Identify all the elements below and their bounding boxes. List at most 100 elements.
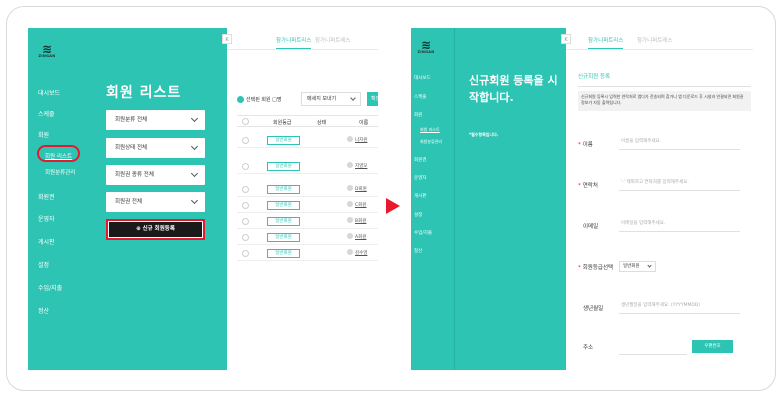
phone-input[interactable]: '-' 제외하고 연락처를 입력해주세요. bbox=[619, 177, 740, 191]
chevron-down-icon bbox=[190, 196, 199, 205]
sidebar-item-operator[interactable]: 운영자 bbox=[414, 175, 426, 181]
sidebar-item-membership[interactable]: 회원권 bbox=[38, 192, 55, 201]
sidebar-item-settlement[interactable]: 정산 bbox=[38, 306, 49, 315]
grade-badge[interactable]: 일반회원 bbox=[267, 162, 300, 171]
avatar bbox=[347, 201, 353, 207]
table-row[interactable]: 일반회원 김수영 bbox=[237, 245, 378, 261]
filter-membership-type[interactable]: 회원권 종류 전체 bbox=[106, 165, 205, 185]
grade-select[interactable]: 일반회원 bbox=[619, 261, 656, 272]
col-grade: 회원등급 bbox=[273, 120, 292, 126]
sidebar-item-member[interactable]: 회원 bbox=[38, 130, 49, 139]
chevron-down-icon bbox=[190, 169, 199, 178]
grade-badge[interactable]: 일반회원 bbox=[267, 233, 300, 242]
page-heading: 신규회원 등록을 시작합니다. bbox=[469, 74, 558, 104]
sidebar-item-member-list[interactable]: 회원 리스트 bbox=[420, 127, 440, 133]
selected-unit: 명 bbox=[276, 97, 282, 103]
register-member-button[interactable]: ⊕ 신규 회원등록 bbox=[109, 222, 202, 237]
avatar bbox=[347, 162, 353, 168]
row-checkbox[interactable] bbox=[242, 137, 249, 144]
grade-badge[interactable]: 일반회원 bbox=[267, 201, 300, 210]
sidebar-item-settings[interactable]: 설정 bbox=[414, 212, 422, 218]
sidebar-item-member-category[interactable]: 회원분류관리 bbox=[45, 168, 75, 176]
arrow-right-icon bbox=[386, 198, 400, 214]
sidebar-item-income[interactable]: 수입/지출 bbox=[414, 230, 432, 236]
tab-primary[interactable]: 참가니퍼트리스 bbox=[588, 36, 624, 49]
message-select[interactable]: 메세지 보내기 bbox=[301, 92, 361, 106]
avatar bbox=[347, 249, 353, 255]
filter-member-category[interactable]: 회원분류 전체 bbox=[106, 110, 205, 130]
filter-membership[interactable]: 회원권 전체 bbox=[106, 192, 205, 212]
sidebar-item-member[interactable]: 회원 bbox=[414, 112, 422, 118]
row-checkbox[interactable] bbox=[242, 202, 249, 209]
table-row[interactable]: 일반회원 C회원 bbox=[237, 197, 378, 213]
sidebar-item-operator[interactable]: 운영자 bbox=[38, 214, 55, 223]
row-checkbox[interactable] bbox=[242, 163, 249, 170]
select-all-checkbox[interactable] bbox=[242, 118, 249, 125]
member-name-link[interactable]: B회원 bbox=[355, 218, 366, 224]
filter-member-status[interactable]: 회원상태 전체 bbox=[106, 138, 205, 158]
confirm-button[interactable]: 확인 bbox=[367, 92, 378, 106]
sidebar-item-schedule[interactable]: 스케줄 bbox=[38, 109, 55, 118]
filter-label: 회원분류 전체 bbox=[115, 117, 148, 123]
member-list-panel: 참가니퍼트리스 참가니퍼트레스 K 선택된 회원 □명 메세지 보내기 확인 회… bbox=[222, 28, 378, 370]
member-list-screen: ≋ ZINGAN 대시보드 스케줄 회원 회원 리스트 회원분류관리 회원권 운… bbox=[28, 28, 378, 370]
tab-bar: 참가니퍼트리스 참가니퍼트레스 bbox=[227, 28, 378, 50]
member-name-link[interactable]: A회원 bbox=[355, 234, 366, 240]
sidebar-item-board[interactable]: 게시판 bbox=[414, 193, 426, 199]
row-checkbox[interactable] bbox=[242, 250, 249, 257]
email-input[interactable]: 이메일을 입력해주세요. bbox=[619, 218, 740, 232]
sidebar-item-dashboard[interactable]: 대시보드 bbox=[38, 88, 60, 97]
sidebar-divider bbox=[454, 28, 455, 370]
chevron-down-icon bbox=[190, 142, 199, 151]
grade-badge[interactable]: 일반회원 bbox=[267, 136, 300, 145]
grade-label: * 회원등급선택 bbox=[578, 265, 614, 271]
name-input[interactable]: 이름을 입력해주세요. bbox=[619, 136, 740, 150]
member-name-link[interactable]: 지영모 bbox=[355, 163, 367, 169]
required-note: *필수항목입니다. bbox=[469, 132, 499, 137]
zipcode-button[interactable]: 우편번호 bbox=[692, 340, 733, 353]
address-input[interactable] bbox=[619, 341, 687, 355]
sidebar-item-income[interactable]: 수입/지출 bbox=[38, 283, 62, 292]
table-row[interactable]: 일반회원 B회원 bbox=[237, 213, 378, 229]
sidebar-item-schedule[interactable]: 스케줄 bbox=[414, 94, 426, 100]
member-name-link[interactable]: 김수영 bbox=[355, 250, 367, 256]
selected-count: 선택된 회원 □명 bbox=[237, 96, 282, 103]
table-row[interactable]: 일반회원 나지원 bbox=[237, 132, 378, 148]
brand-logo: ≋ ZINGAN bbox=[36, 43, 58, 58]
logo-mark-icon: ≋ bbox=[420, 38, 432, 52]
row-checkbox[interactable] bbox=[242, 234, 249, 241]
row-checkbox[interactable] bbox=[242, 218, 249, 225]
tab-primary[interactable]: 참가니퍼트리스 bbox=[276, 36, 312, 49]
check-icon[interactable] bbox=[237, 96, 244, 103]
registration-panel: 참가니퍼트리스 참가니퍼트레스 K 신규회원 등록 신규회원 등록시 입력한 연… bbox=[561, 28, 753, 370]
grade-badge[interactable]: 일반회원 bbox=[267, 185, 300, 194]
sidebar-item-settings[interactable]: 설정 bbox=[38, 260, 49, 269]
table-row[interactable]: 일반회원 지영모 bbox=[237, 158, 378, 174]
collapse-icon[interactable]: K bbox=[561, 34, 571, 44]
grade-badge[interactable]: 일반회원 bbox=[267, 249, 300, 258]
chevron-down-icon bbox=[350, 95, 356, 101]
section-title: 신규회원 등록 bbox=[578, 72, 751, 87]
sidebar-item-member-category[interactable]: 회원분류관리 bbox=[420, 139, 442, 145]
tab-secondary[interactable]: 참가니퍼트레스 bbox=[315, 36, 350, 44]
chevron-down-icon bbox=[647, 263, 652, 268]
new-member-screen: ≋ ZINGAN 대시보드 스케줄 회원 회원 리스트 회원분류관리 회원권 운… bbox=[411, 28, 753, 370]
grade-badge[interactable]: 일반회원 bbox=[267, 217, 300, 226]
sidebar-item-board[interactable]: 게시판 bbox=[38, 237, 55, 246]
highlight-ring bbox=[37, 145, 80, 162]
selected-label: 선택된 회원 bbox=[246, 97, 271, 103]
member-name-link[interactable]: D회원 bbox=[355, 186, 367, 192]
collapse-icon[interactable]: K bbox=[222, 34, 232, 44]
avatar bbox=[347, 185, 353, 191]
table-row[interactable]: 일반회원 D회원 bbox=[237, 181, 378, 197]
page-title: 회원 리스트 bbox=[106, 85, 182, 101]
member-name-link[interactable]: C회원 bbox=[355, 202, 366, 208]
sidebar-item-settlement[interactable]: 정산 bbox=[414, 248, 422, 254]
sidebar-item-membership[interactable]: 회원권 bbox=[414, 157, 426, 163]
member-name-link[interactable]: 나지원 bbox=[355, 137, 367, 143]
sidebar-item-dashboard[interactable]: 대시보드 bbox=[414, 75, 431, 81]
table-row[interactable]: 일반회원 A회원 bbox=[237, 229, 378, 245]
row-checkbox[interactable] bbox=[242, 186, 249, 193]
tab-secondary[interactable]: 참가니퍼트레스 bbox=[637, 36, 672, 44]
birth-input[interactable]: 생년월일을 입력해주세요. (YYYYMMDD) bbox=[619, 300, 740, 314]
